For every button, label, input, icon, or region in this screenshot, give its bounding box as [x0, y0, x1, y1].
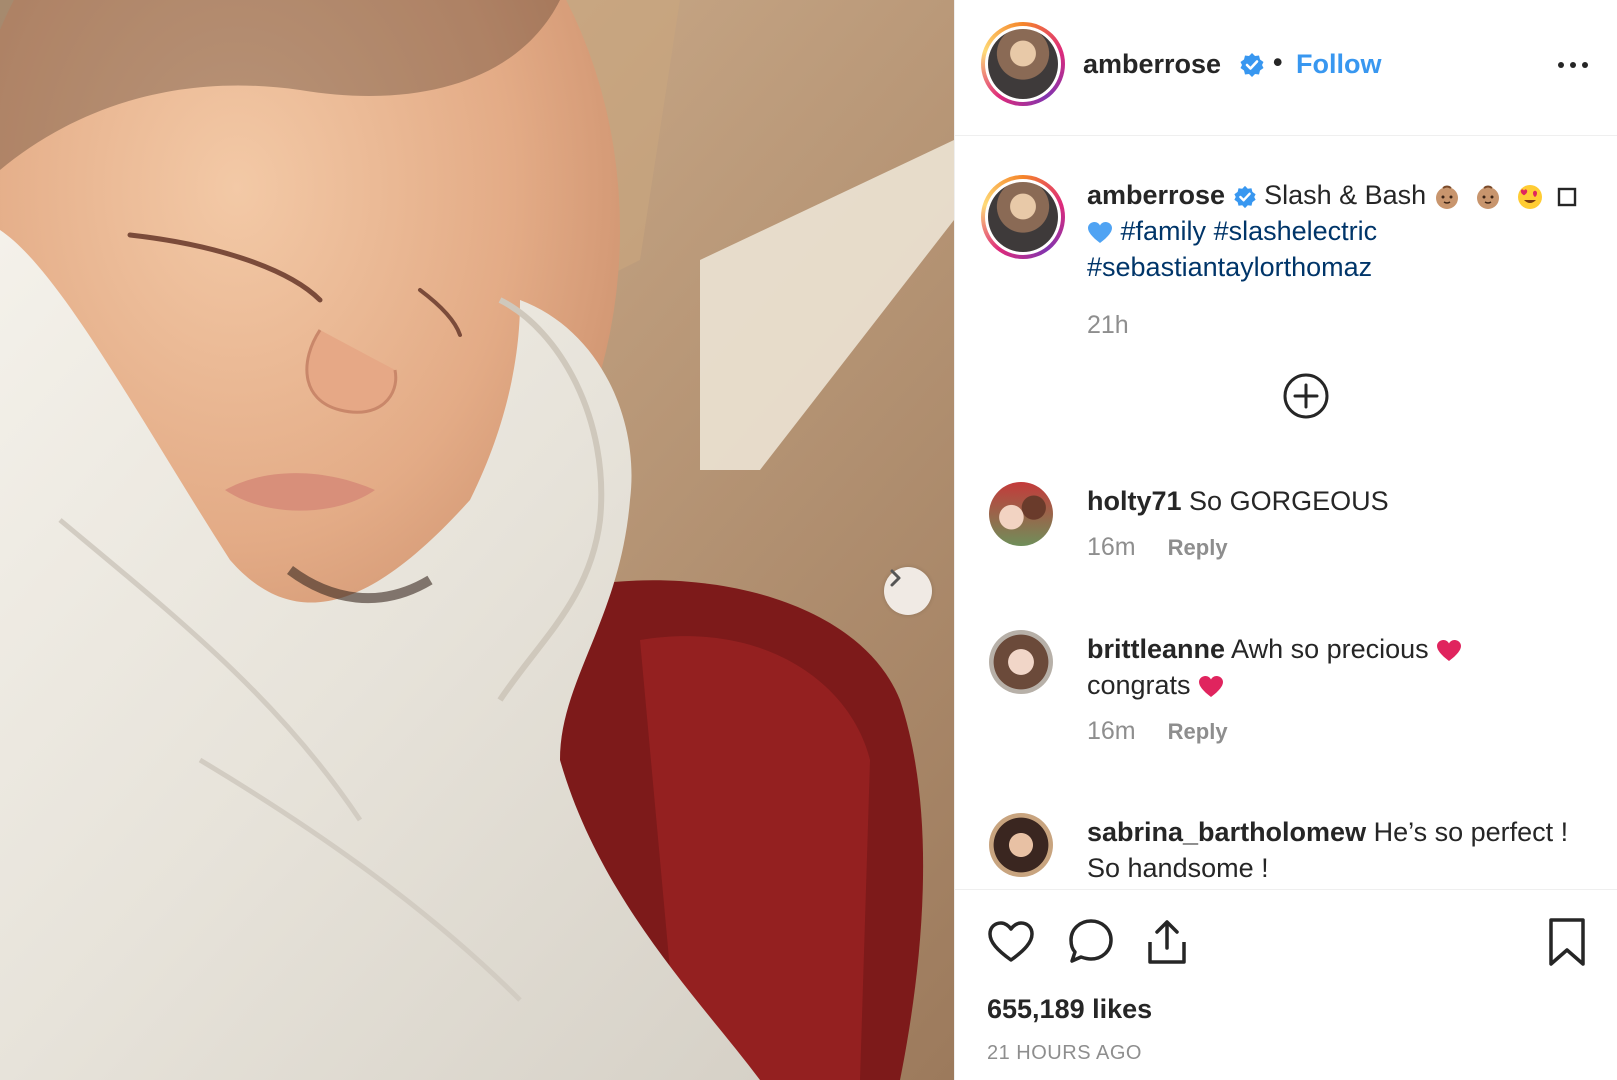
comment-text: holty71 So GORGEOUS: [1087, 483, 1607, 519]
red-heart-emoji: [1199, 675, 1224, 697]
hashtag-link[interactable]: #family: [1121, 216, 1207, 246]
share-icon[interactable]: [1141, 916, 1193, 968]
comment-text: sabrina_bartholomew He’s so perfect ! So…: [1087, 814, 1607, 886]
comment-body: Awh so precious: [1231, 634, 1429, 664]
comment-username[interactable]: sabrina_bartholomew: [1087, 817, 1366, 847]
verified-badge-icon: [1233, 185, 1256, 208]
comment-time: 16m: [1087, 717, 1136, 745]
commenter-avatar[interactable]: [989, 482, 1053, 546]
red-heart-emoji: [1437, 639, 1462, 661]
caption-username[interactable]: amberrose: [1087, 180, 1225, 210]
blue-heart-emoji: [1088, 221, 1112, 243]
comment-body: He’s so perfect !: [1373, 817, 1569, 847]
comment-body: So handsome !: [1087, 853, 1269, 883]
caption-avatar[interactable]: [981, 175, 1065, 259]
likes-count[interactable]: 655,189 likes: [987, 994, 1152, 1025]
reply-button[interactable]: Reply: [1168, 719, 1228, 744]
post-actions: 655,189 likes 21 HOURS AGO: [955, 889, 1617, 1080]
reply-button[interactable]: Reply: [1168, 535, 1228, 560]
more-options-icon[interactable]: [1555, 52, 1591, 78]
comment-meta: 16m Reply: [1087, 717, 1228, 746]
verified-badge-icon: [1240, 53, 1264, 77]
heart-icon[interactable]: [985, 916, 1037, 968]
chevron-right-icon: [890, 569, 901, 587]
comment-username[interactable]: brittleanne: [1087, 634, 1225, 664]
heart-eyes-emoji: [1517, 184, 1542, 209]
comments-list[interactable]: amberrose Slash & Bash #family #slashele…: [955, 137, 1617, 889]
author-avatar[interactable]: [981, 22, 1065, 106]
post-photo[interactable]: [0, 0, 954, 1080]
baby-emoji: [1477, 185, 1500, 209]
bookmark-icon[interactable]: [1541, 916, 1593, 968]
post-side-panel: amberrose • Follow amberrose Slash & Bas…: [954, 0, 1617, 1080]
comment-bubble-icon[interactable]: [1065, 916, 1117, 968]
separator-dot: •: [1273, 47, 1283, 77]
caption-text: amberrose Slash & Bash #family #slashele…: [1087, 177, 1607, 285]
commenter-avatar[interactable]: [989, 630, 1053, 694]
comment-body: So GORGEOUS: [1189, 486, 1389, 516]
commenter-avatar[interactable]: [989, 813, 1053, 877]
comment-text: brittleanne Awh so precious congrats: [1087, 631, 1607, 703]
caption-time: 21h: [1087, 311, 1129, 339]
baby-photo-image: [0, 0, 954, 1080]
post-header: amberrose • Follow: [955, 0, 1617, 136]
next-photo-button[interactable]: [884, 567, 932, 615]
caption-body: Slash & Bash: [1264, 180, 1427, 210]
comment-body: congrats: [1087, 670, 1191, 700]
comment-username[interactable]: holty71: [1087, 486, 1182, 516]
baby-emoji: [1435, 185, 1458, 209]
post-timestamp: 21 HOURS AGO: [987, 1042, 1142, 1064]
comment-meta: 16m Reply: [1087, 533, 1228, 562]
author-username[interactable]: amberrose: [1083, 49, 1221, 80]
box-glyph: [1558, 187, 1577, 207]
follow-button[interactable]: Follow: [1296, 49, 1381, 80]
hashtag-link[interactable]: #slashelectric: [1214, 216, 1378, 246]
plus-circle-icon[interactable]: [1282, 372, 1330, 420]
comment-time: 16m: [1087, 533, 1136, 561]
hashtag-link[interactable]: #sebastiantaylorthomaz: [1087, 252, 1372, 282]
